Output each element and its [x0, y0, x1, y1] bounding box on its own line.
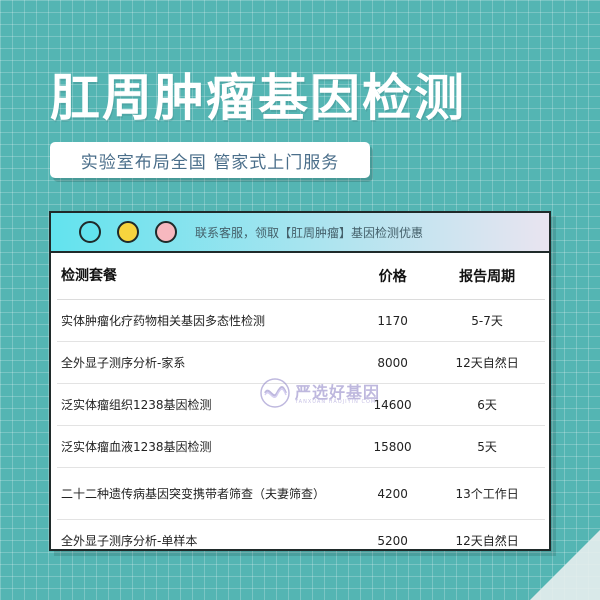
yellow-dot-icon — [117, 221, 139, 243]
package-price: 5200 — [377, 533, 408, 548]
page-title: 肛周肿瘤基因检测 — [50, 69, 466, 127]
table-row: 全外显子测序分析-单样本 5200 12天自然日 — [57, 520, 545, 562]
column-header-price: 价格 — [355, 253, 430, 300]
package-price: 1170 — [355, 299, 430, 342]
price-table-card: 联系客服，领取【肛周肿瘤】基因检测优惠 检测套餐 价格 报告周期 实体肿瘤化疗药… — [49, 211, 551, 551]
card-header: 联系客服，领取【肛周肿瘤】基因检测优惠 — [51, 213, 549, 253]
subtitle-banner: 实验室布局全国 管家式上门服务 — [50, 142, 370, 178]
table-row: 实体肿瘤化疗药物相关基因多态性检测 1170 5-7天 — [57, 299, 545, 342]
pink-dot-icon — [155, 221, 177, 243]
report-period: 13个工作日 — [429, 467, 545, 520]
package-price: 15800 — [355, 425, 430, 468]
package-price: 8000 — [355, 341, 430, 384]
package-name: 泛实体瘤组织1238基因检测 — [57, 383, 356, 426]
subtitle-text: 实验室布局全国 管家式上门服务 — [80, 152, 340, 173]
column-header-package: 检测套餐 — [57, 253, 356, 300]
column-header-period: 报告周期 — [429, 253, 545, 300]
table-row: 泛实体瘤组织1238基因检测 14600 6天 — [57, 383, 545, 426]
report-period: 5-7天 — [429, 299, 545, 342]
package-name: 全外显子测序分析-家系 — [57, 341, 356, 384]
package-name: 实体肿瘤化疗药物相关基因多态性检测 — [57, 299, 356, 342]
table-row: 二十二种遗传病基因突变携带者筛查（夫妻筛查） 4200 13个工作日 — [57, 467, 545, 520]
package-price: 14600 — [355, 383, 430, 426]
package-price: 4200 — [355, 467, 430, 520]
price-table: 检测套餐 价格 报告周期 实体肿瘤化疗药物相关基因多态性检测 1170 5-7天… — [57, 253, 545, 561]
table-header-row: 检测套餐 价格 报告周期 — [57, 253, 545, 300]
package-name: 泛实体瘤血液1238基因检测 — [57, 425, 356, 468]
table-row: 全外显子测序分析-家系 8000 12天自然日 — [57, 341, 545, 384]
report-period: 12天自然日 — [455, 534, 519, 548]
report-period: 6天 — [429, 383, 545, 426]
package-name: 二十二种遗传病基因突变携带者筛查（夫妻筛查） — [57, 467, 356, 520]
contact-service-text[interactable]: 联系客服，领取【肛周肿瘤】基因检测优惠 — [195, 224, 423, 241]
table-row: 泛实体瘤血液1238基因检测 15800 5天 — [57, 425, 545, 468]
report-period: 12天自然日 — [429, 341, 545, 384]
cyan-dot-icon — [79, 221, 101, 243]
report-period: 5天 — [429, 425, 545, 468]
page-corner-decoration — [530, 530, 600, 600]
package-name: 全外显子测序分析-单样本 — [61, 533, 198, 548]
